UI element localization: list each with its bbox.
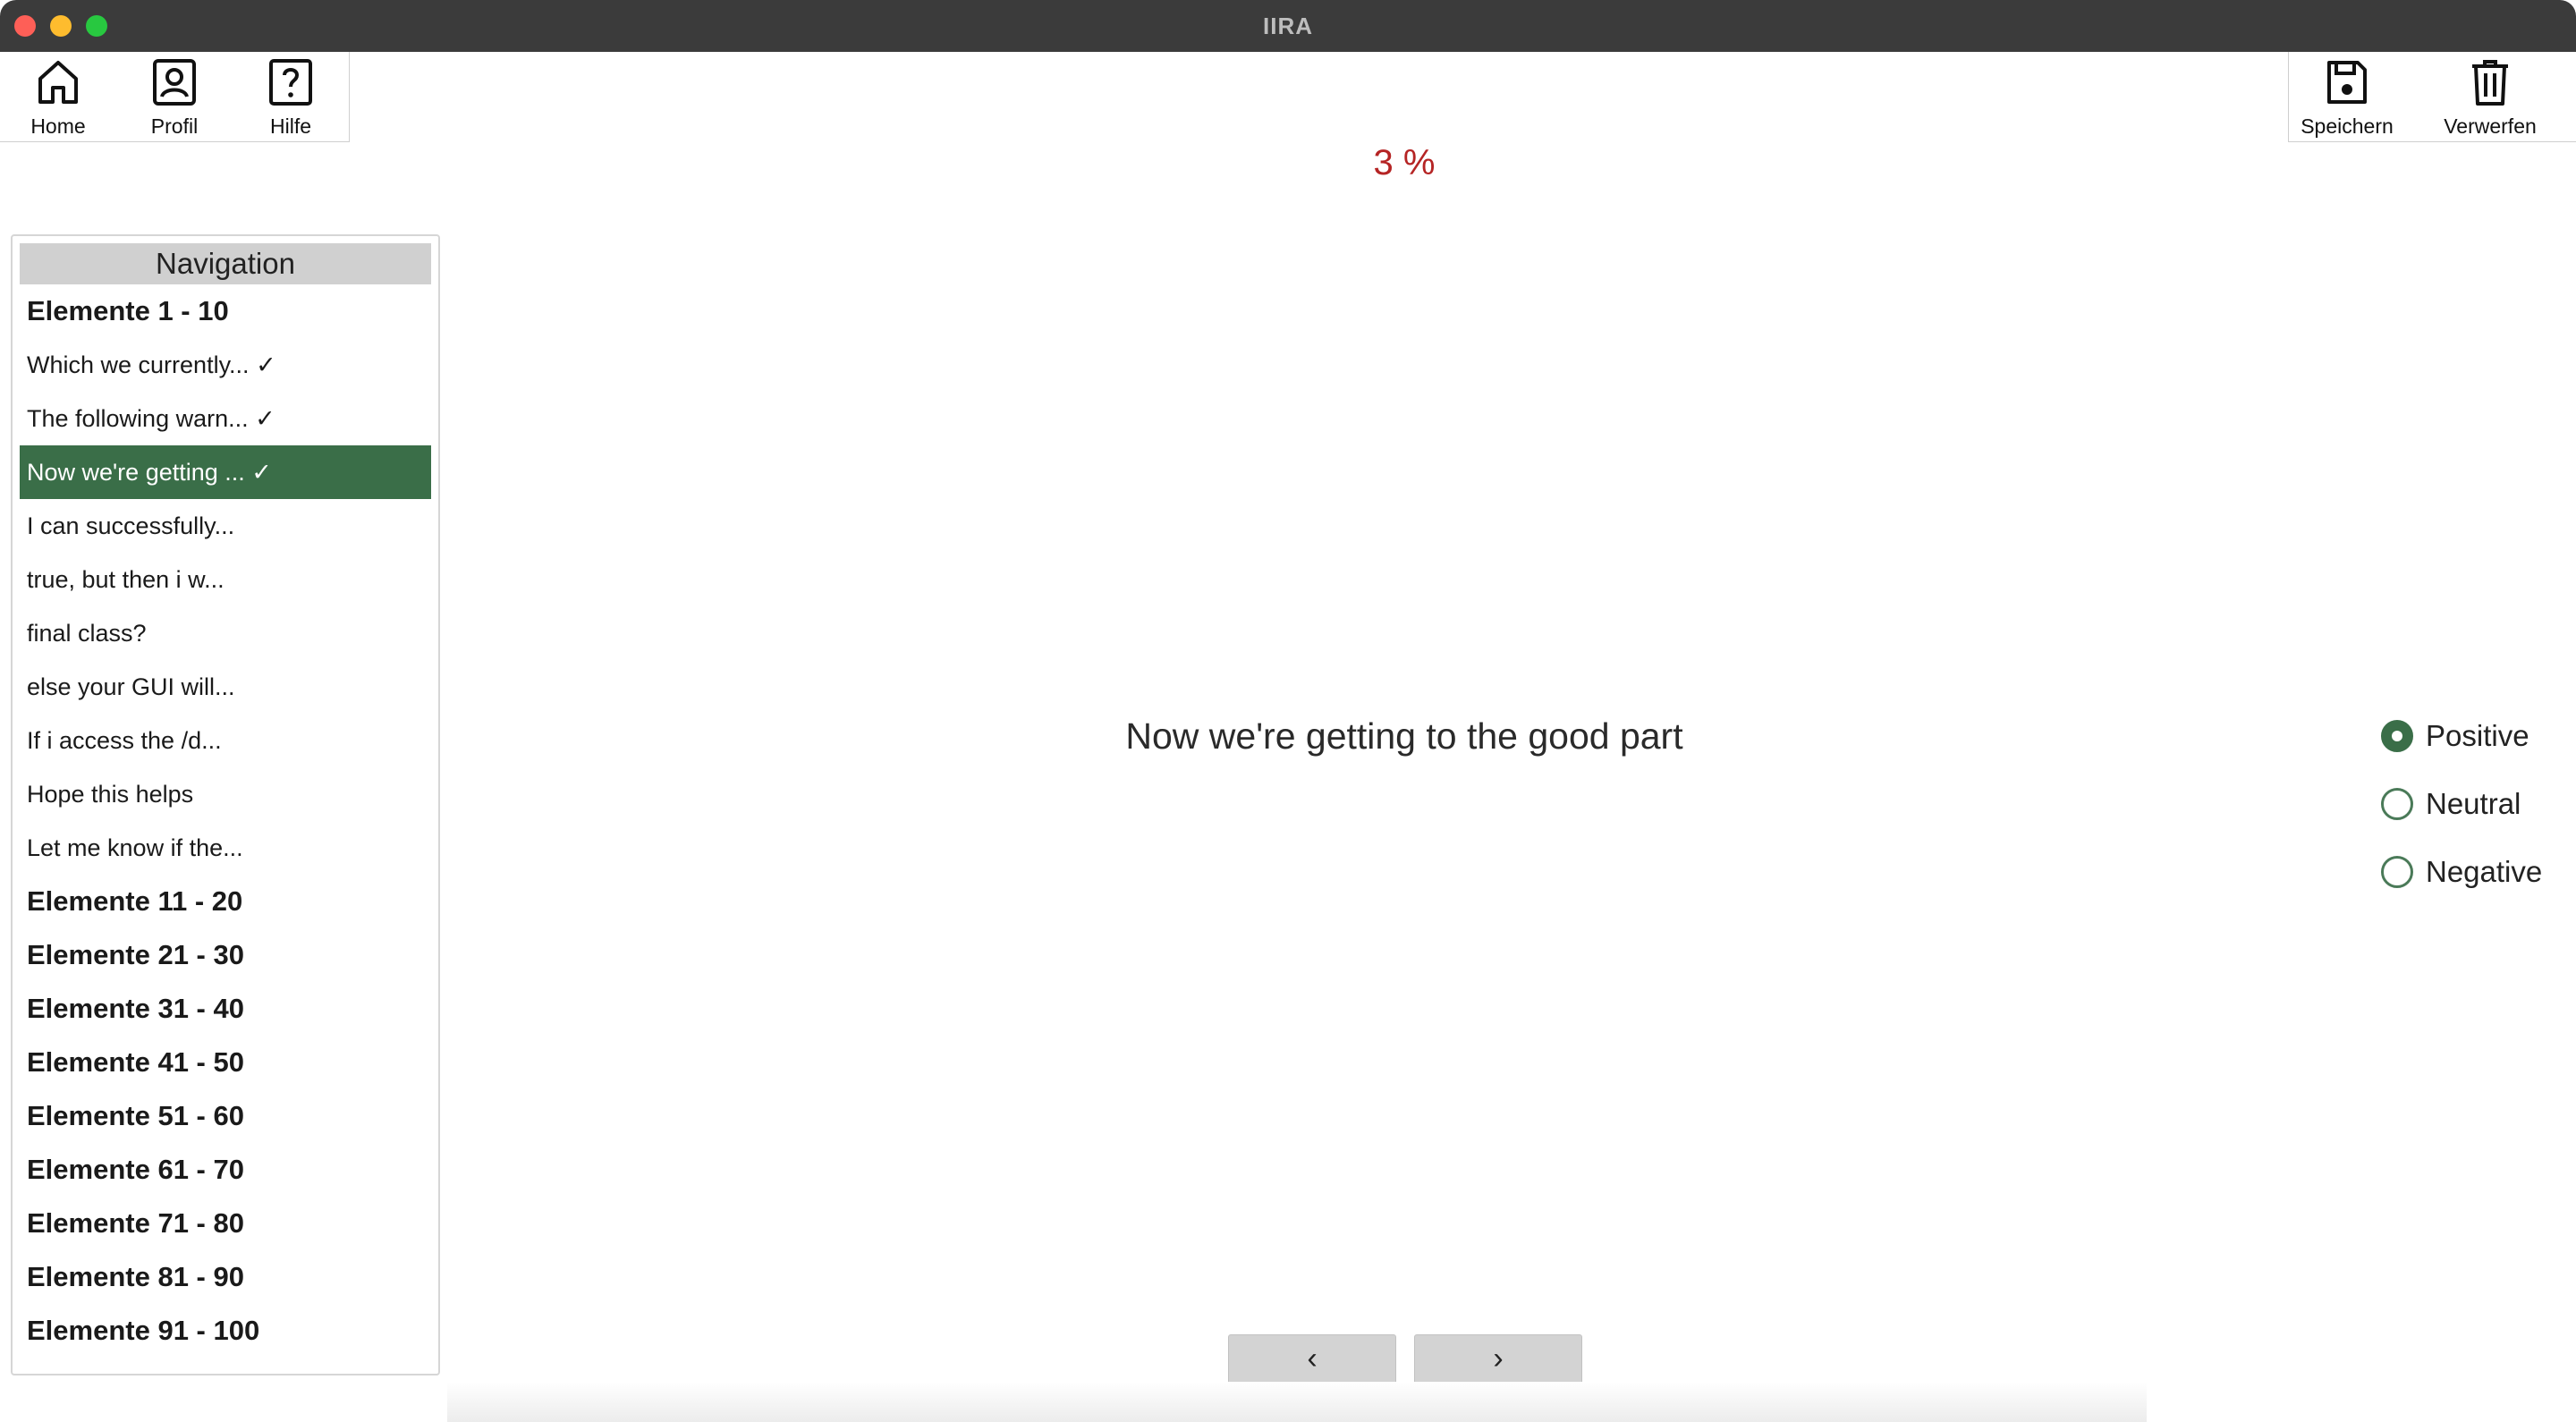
profile-icon (153, 59, 196, 106)
next-button[interactable]: › (1414, 1334, 1582, 1384)
window-title: IIRA (1263, 13, 1313, 39)
nav-list-item[interactable]: Which we currently... ✓ (20, 338, 431, 392)
current-element-text: Now we're getting to the good part (1125, 715, 1683, 757)
help-button[interactable]: Hilfe (233, 52, 349, 141)
nav-group-item[interactable]: Elemente 11 - 20 (20, 875, 431, 928)
option-negative-label: Negative (2426, 855, 2543, 888)
nav-list-item[interactable]: Hope this helps (20, 767, 431, 821)
nav-list-item[interactable]: true, but then i w... (20, 553, 431, 606)
discard-button[interactable]: Verwerfen (2432, 52, 2548, 141)
nav-group-item[interactable]: Elemente 81 - 90 (20, 1250, 431, 1304)
previous-button[interactable]: ‹ (1228, 1334, 1396, 1384)
nav-group-item[interactable]: Elemente 91 - 100 (20, 1304, 431, 1358)
home-label: Home (30, 114, 86, 138)
home-button[interactable]: Home (0, 52, 116, 141)
navigation-panel: Navigation Elemente 1 - 10 Which we curre… (11, 234, 440, 1375)
nav-list-item[interactable]: else your GUI will... (20, 660, 431, 714)
nav-group-item[interactable]: Elemente 31 - 40 (20, 982, 431, 1036)
help-label: Hilfe (269, 114, 311, 138)
discard-label: Verwerfen (2444, 114, 2537, 138)
nav-group-item[interactable]: Elemente 71 - 80 (20, 1197, 431, 1250)
trash-icon (2472, 60, 2508, 106)
radio-negative[interactable] (2381, 856, 2413, 888)
radio-neutral[interactable] (2381, 788, 2413, 820)
save-button[interactable]: Speichern (2289, 52, 2405, 141)
nav-list-item[interactable]: The following warn... ✓ (20, 392, 431, 445)
nav-group-item[interactable]: Elemente 41 - 50 (20, 1036, 431, 1089)
nav-group-item[interactable]: Elemente 21 - 30 (20, 928, 431, 982)
navigation-header: Navigation (20, 243, 431, 284)
home-icon (38, 61, 78, 104)
nav-list-item[interactable]: If i access the /d... (20, 714, 431, 767)
save-label: Speichern (2301, 114, 2394, 138)
save-icon (2327, 61, 2367, 104)
navigation-list: Elemente 1 - 10 Which we currently... ✓ Th… (13, 284, 438, 1358)
window-titlebar: IIRA (0, 0, 2576, 52)
profile-label: Profil (150, 114, 199, 138)
nav-list-item[interactable]: I can successfully... (20, 499, 431, 553)
left-toolbar: Home Profil Hilfe (0, 52, 350, 142)
nav-list-item[interactable]: final class? (20, 606, 431, 660)
option-positive-label: Positive (2426, 719, 2529, 752)
nav-list-item[interactable]: Now we're getting ... ✓ (20, 445, 431, 499)
nav-group-item[interactable]: Elemente 61 - 70 (20, 1143, 431, 1197)
progress-indicator: 3 % (1373, 143, 1436, 182)
nav-group-item[interactable]: Elemente 1 - 10 (20, 284, 431, 338)
help-icon (269, 59, 312, 106)
nav-group-item[interactable]: Elemente 51 - 60 (20, 1089, 431, 1143)
radio-positive[interactable] (2381, 720, 2413, 752)
nav-list-item[interactable]: Let me know if the... (20, 821, 431, 875)
bottom-shadow (447, 1382, 2147, 1422)
profile-button[interactable]: Profil (116, 52, 233, 141)
option-neutral-label: Neutral (2426, 787, 2521, 820)
right-toolbar: Speichern Verwerfen (2288, 52, 2576, 142)
